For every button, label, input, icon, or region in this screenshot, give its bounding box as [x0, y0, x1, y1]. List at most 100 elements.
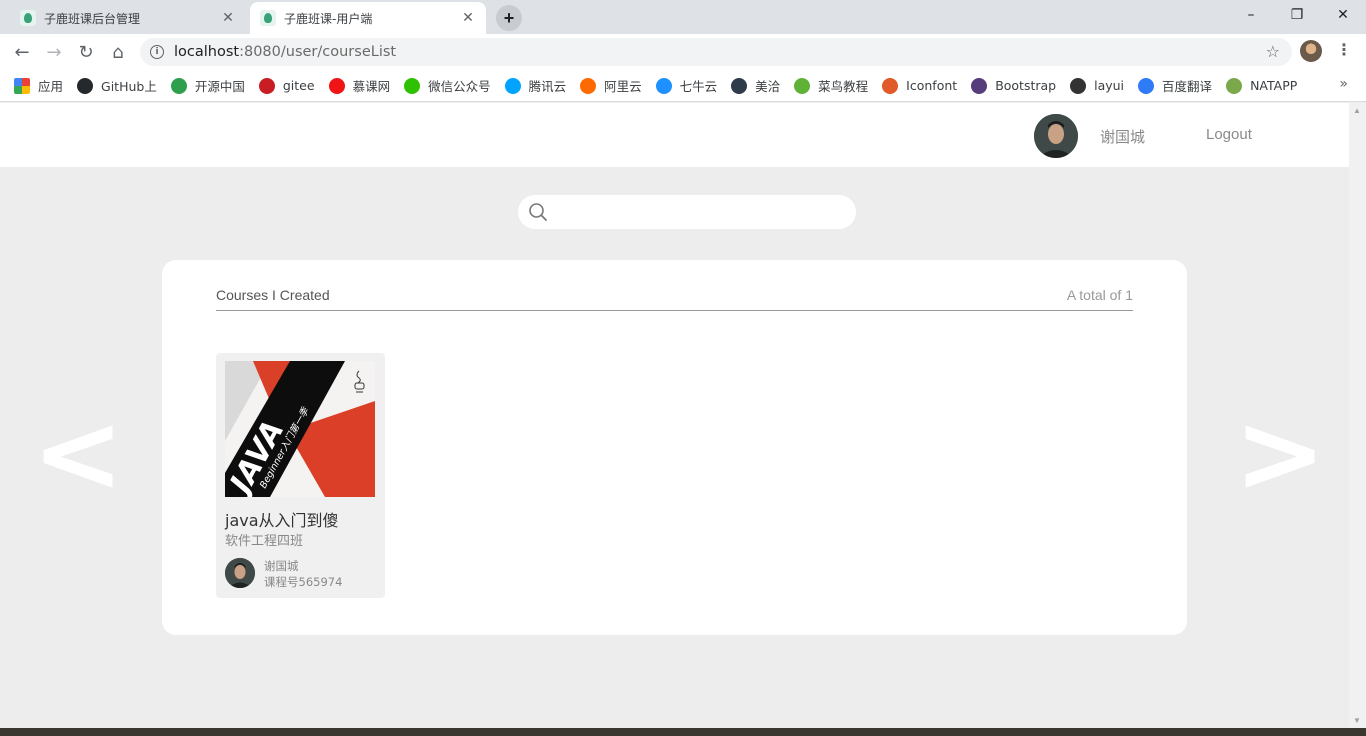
os-taskbar — [0, 728, 1366, 736]
search-icon — [529, 203, 547, 221]
site-info-icon[interactable]: i — [150, 45, 164, 59]
close-tab-icon[interactable]: ✕ — [460, 10, 476, 26]
layui-icon — [1070, 77, 1087, 94]
site-header: 谢国城 Logout — [0, 103, 1349, 167]
tab-title: 子鹿班课后台管理 — [44, 11, 141, 26]
prev-page-arrow[interactable]: < — [32, 398, 124, 508]
bookmark-item[interactable]: 开源中国 — [170, 76, 245, 95]
course-code: 课程号565974 — [264, 575, 343, 589]
back-arrow-icon[interactable]: ← — [8, 38, 36, 66]
apps-grid-icon — [14, 77, 30, 94]
oschina-icon — [170, 77, 187, 94]
bookmark-label: 菜鸟教程 — [818, 79, 869, 94]
bookmark-label: layui — [1094, 78, 1125, 93]
panel-title: Courses I Created — [216, 287, 330, 303]
bookmark-label: 开源中国 — [194, 79, 245, 94]
bookmark-label: 美洽 — [755, 79, 781, 94]
bookmark-label: 七牛云 — [679, 79, 718, 94]
bookmark-label: NATAPP — [1250, 78, 1298, 93]
browser-tab-user[interactable]: 子鹿班课-用户端 ✕ — [250, 2, 486, 34]
bookmark-label: 百度翻译 — [1162, 79, 1213, 94]
natapp-icon — [1226, 77, 1243, 94]
bookmark-label: 腾讯云 — [528, 79, 567, 94]
aliyun-icon — [580, 77, 597, 94]
minimize-icon[interactable]: – — [1228, 0, 1274, 30]
bookmark-item[interactable]: gitee — [258, 77, 315, 94]
new-tab-button[interactable]: + — [496, 5, 522, 31]
github-icon — [77, 77, 94, 94]
course-card[interactable]: JAVA Beginner入门第一季 java从入门到傻 软件工程四班 谢国城 … — [216, 353, 385, 598]
restore-icon[interactable]: ❐ — [1274, 0, 1320, 30]
page-scrollbar[interactable]: ▲ ▼ — [1349, 103, 1366, 728]
url-path: :8080/user/courseList — [239, 44, 397, 60]
user-avatar[interactable] — [1034, 114, 1078, 158]
browser-toolbar: ← → ↻ ⌂ i localhost:8080/user/courseList… — [0, 34, 1366, 70]
course-count: A total of 1 — [1066, 287, 1133, 303]
courses-panel: Courses I Created A total of 1 JAVA Begi… — [162, 260, 1187, 635]
search-input[interactable] — [558, 201, 838, 223]
scroll-down-icon[interactable]: ▼ — [1353, 716, 1361, 725]
divider — [216, 310, 1133, 311]
search-box[interactable] — [518, 195, 856, 229]
bookmark-label: GitHub上 — [101, 79, 157, 94]
home-icon[interactable]: ⌂ — [104, 38, 132, 66]
profile-avatar-icon[interactable] — [1300, 40, 1322, 62]
close-window-icon[interactable]: ✕ — [1320, 0, 1366, 30]
bookmark-item[interactable]: NATAPP — [1226, 77, 1298, 94]
reload-icon[interactable]: ↻ — [72, 38, 100, 66]
teacher-avatar — [225, 558, 255, 588]
browser-tab-admin[interactable]: 子鹿班课后台管理 ✕ — [10, 2, 246, 34]
course-cover-image[interactable]: JAVA Beginner入门第一季 — [225, 361, 375, 497]
bookmark-item[interactable]: 百度翻译 — [1138, 76, 1212, 95]
address-bar[interactable]: i localhost:8080/user/courseList ☆ — [140, 38, 1292, 66]
tencent-cloud-icon — [504, 77, 521, 94]
bookmark-item[interactable]: 应用 — [14, 76, 63, 95]
bookmark-item[interactable]: 微信公众号 — [404, 76, 491, 95]
bookmark-label: Bootstrap — [995, 78, 1057, 93]
close-tab-icon[interactable]: ✕ — [220, 10, 236, 26]
bookmark-label: Iconfont — [906, 78, 958, 93]
bookmark-label: 微信公众号 — [428, 79, 491, 94]
bookmark-item[interactable]: Bootstrap — [971, 77, 1057, 94]
wechat-icon — [404, 77, 421, 94]
bookmark-label: gitee — [282, 78, 315, 93]
bookmarks-bar: 应用 GitHub上 开源中国 gitee 慕课网 微信公众号 腾讯云 阿里云 七牛云 美洽 菜鸟教… — [0, 70, 1366, 102]
logout-link[interactable]: Logout — [1206, 126, 1252, 143]
next-page-arrow[interactable]: > — [1234, 398, 1326, 508]
imooc-flame-icon — [328, 77, 345, 94]
bookmark-item[interactable]: 慕课网 — [328, 76, 391, 95]
bookmark-item[interactable]: Iconfont — [882, 77, 958, 94]
tab-title: 子鹿班课-用户端 — [284, 11, 373, 26]
course-name[interactable]: java从入门到傻 — [225, 507, 339, 531]
teacher-name: 谢国城 — [264, 559, 299, 573]
baidu-translate-icon — [1138, 77, 1155, 94]
site-favicon-icon — [20, 10, 36, 26]
forward-arrow-icon[interactable]: → — [40, 38, 68, 66]
iconfont-icon — [882, 77, 899, 94]
runoob-icon — [794, 77, 811, 94]
bookmark-label: 阿里云 — [604, 79, 642, 94]
gitee-icon — [258, 77, 275, 94]
bookmark-item[interactable]: GitHub上 — [77, 76, 157, 95]
bookmark-item[interactable]: 阿里云 — [580, 76, 642, 95]
bookmark-item[interactable]: 七牛云 — [655, 76, 718, 95]
page-content: 谢国城 Logout < > Courses I Created A total… — [0, 103, 1349, 728]
site-favicon-icon — [260, 10, 276, 26]
qiniu-icon — [655, 77, 672, 94]
browser-menu-icon[interactable]: ⋮ — [1336, 40, 1352, 60]
bookmark-item[interactable]: 美洽 — [731, 76, 780, 95]
bookmark-item[interactable]: 菜鸟教程 — [794, 76, 868, 95]
bookmark-item[interactable]: layui — [1070, 77, 1125, 94]
bootstrap-icon — [971, 77, 988, 94]
more-bookmarks-icon[interactable]: » — [1339, 76, 1348, 92]
browser-tab-bar: 子鹿班课后台管理 ✕ 子鹿班课-用户端 ✕ + – ❐ ✕ — [0, 0, 1366, 34]
bookmark-star-icon[interactable]: ☆ — [1266, 42, 1280, 61]
url-host: localhost — [174, 44, 240, 60]
scroll-up-icon[interactable]: ▲ — [1353, 106, 1361, 115]
course-class-name: 软件工程四班 — [225, 534, 304, 549]
meiqia-icon — [731, 77, 748, 94]
bookmark-item[interactable]: 腾讯云 — [504, 76, 567, 95]
bookmark-label: 慕课网 — [352, 79, 391, 94]
header-username[interactable]: 谢国城 — [1100, 126, 1145, 147]
bookmark-label: 应用 — [38, 79, 64, 94]
